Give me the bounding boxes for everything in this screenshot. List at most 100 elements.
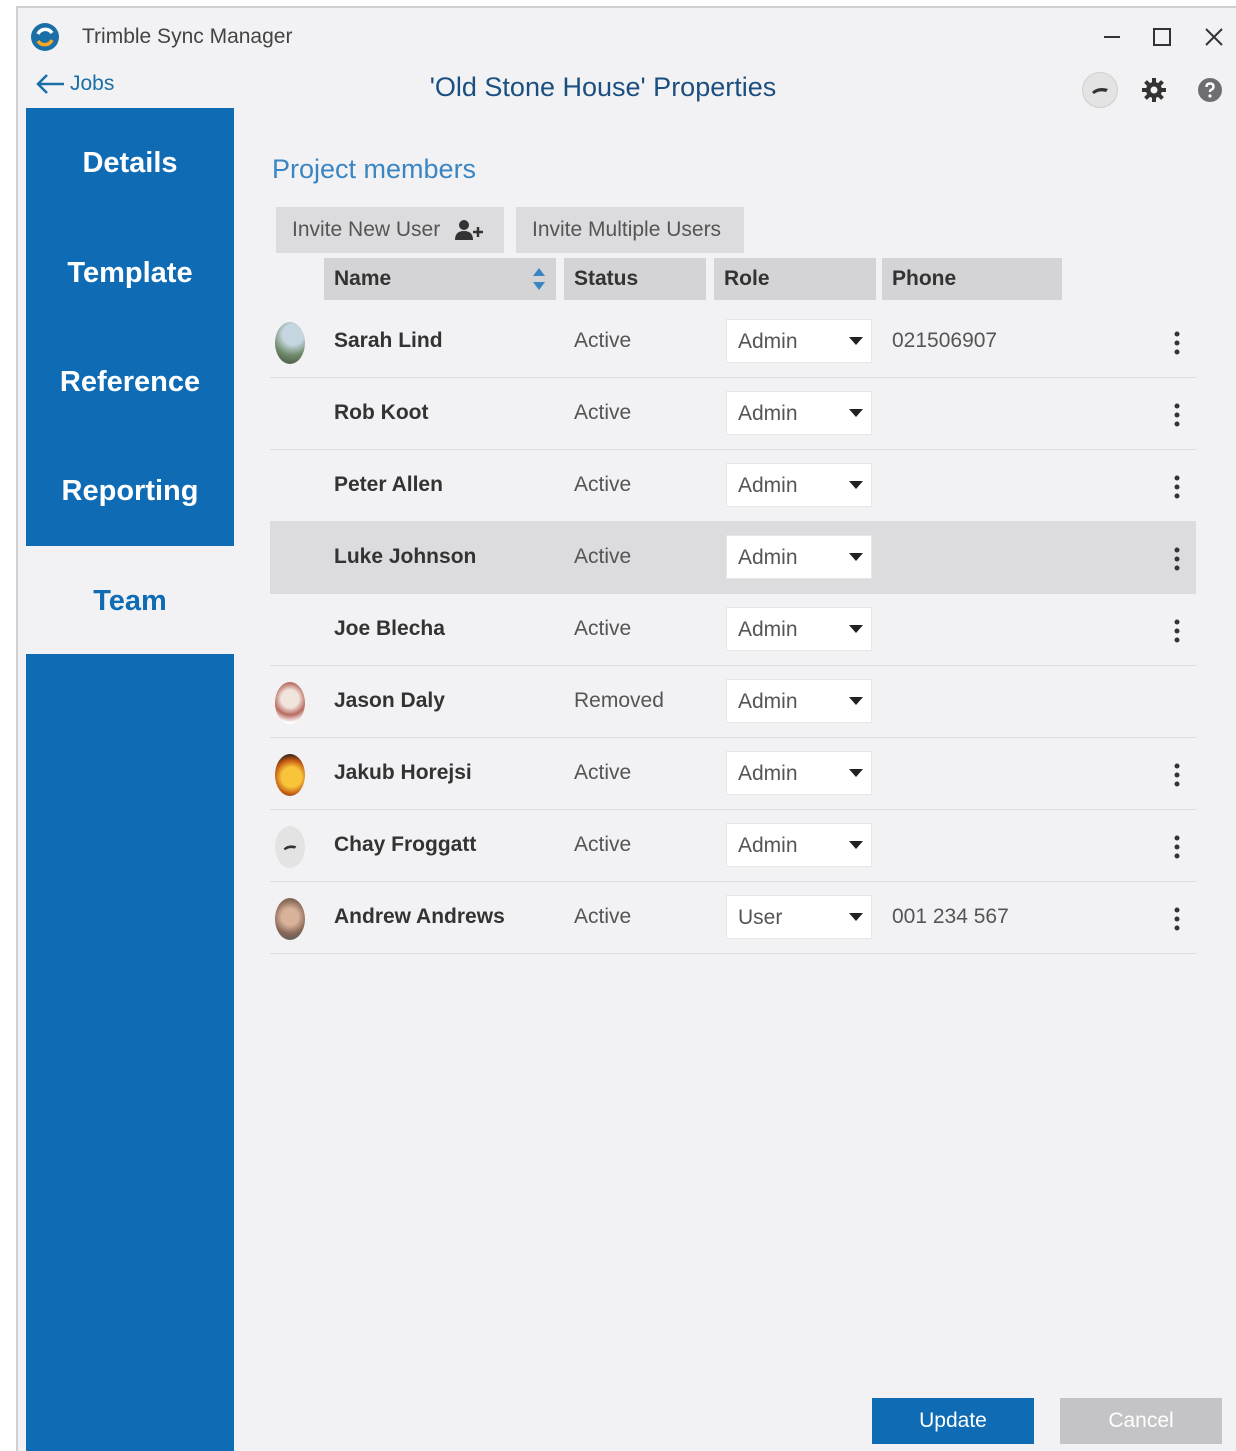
- gear-icon: [1142, 78, 1166, 102]
- user-avatar-button[interactable]: [1080, 70, 1120, 110]
- column-header-name-label: Name: [334, 267, 392, 290]
- member-phone: 001 234 567: [892, 905, 1009, 928]
- more-options-button[interactable]: [1168, 904, 1186, 934]
- cancel-button[interactable]: Cancel: [1060, 1398, 1222, 1444]
- sidebar-item-label: Reference: [59, 365, 201, 398]
- more-options-button[interactable]: [1168, 616, 1186, 646]
- column-header-phone[interactable]: Phone: [882, 258, 1062, 300]
- member-name: Sarah Lind: [334, 329, 443, 352]
- avatar: [275, 898, 305, 940]
- role-value: Admin: [738, 402, 798, 425]
- more-options-button[interactable]: [1168, 400, 1186, 430]
- chevron-down-icon: [849, 625, 863, 633]
- role-dropdown[interactable]: Admin: [726, 463, 872, 507]
- more-vertical-icon: [1174, 763, 1180, 787]
- more-options-button[interactable]: [1168, 472, 1186, 502]
- table-row[interactable]: Peter Allen Active Admin: [270, 450, 1196, 522]
- member-name: Jason Daly: [334, 689, 445, 712]
- column-header-status[interactable]: Status: [564, 258, 706, 300]
- sidebar-item-label: Template: [67, 256, 193, 289]
- sidebar-fill: [26, 654, 234, 1451]
- user-avatar-icon: [1082, 72, 1118, 108]
- role-value: Admin: [738, 762, 798, 785]
- table-row[interactable]: Luke Johnson Active Admin: [270, 522, 1196, 594]
- sidebar-item-label: Details: [82, 146, 178, 179]
- table-row[interactable]: Sarah Lind Active Admin 021506907: [270, 306, 1196, 378]
- chevron-down-icon: [849, 553, 863, 561]
- invite-multiple-users-label: Invite Multiple Users: [532, 218, 722, 241]
- column-header-role-label: Role: [724, 267, 770, 290]
- sidebar-item-label: Team: [93, 584, 167, 617]
- role-value: Admin: [738, 834, 798, 857]
- update-button[interactable]: Update: [872, 1398, 1034, 1444]
- invite-new-user-label: Invite New User: [292, 218, 441, 241]
- page-title: 'Old Stone House' Properties: [429, 72, 777, 102]
- column-header-status-label: Status: [574, 267, 639, 290]
- table-row[interactable]: Joe Blecha Active Admin: [270, 594, 1196, 666]
- more-options-button[interactable]: [1168, 832, 1186, 862]
- sidebar: Details Template Reference Reporting Tea…: [26, 108, 234, 1451]
- member-name: Chay Froggatt: [334, 833, 477, 856]
- sidebar-item-reporting[interactable]: Reporting: [26, 436, 234, 546]
- app-logo-icon: [31, 23, 59, 51]
- role-dropdown[interactable]: Admin: [726, 751, 872, 795]
- member-status: Removed: [574, 689, 664, 712]
- member-status: Active: [574, 401, 632, 424]
- app-window: Trimble Sync Manager Jobs 'Old Stone Hou…: [16, 6, 1236, 1451]
- more-options-button[interactable]: [1168, 760, 1186, 790]
- member-status: Active: [574, 617, 632, 640]
- sort-icon[interactable]: [532, 267, 546, 291]
- chevron-down-icon: [849, 769, 863, 777]
- chevron-down-icon: [849, 409, 863, 417]
- sidebar-item-team[interactable]: Team: [26, 546, 234, 656]
- role-dropdown[interactable]: Admin: [726, 679, 872, 723]
- minimize-button[interactable]: [1094, 20, 1130, 54]
- back-to-jobs-link[interactable]: Jobs: [34, 72, 114, 96]
- members-table: Sarah Lind Active Admin 021506907 Rob Ko…: [270, 306, 1196, 954]
- sidebar-item-template[interactable]: Template: [26, 218, 234, 328]
- maximize-icon: [1153, 28, 1171, 46]
- table-row[interactable]: Andrew Andrews Active User 001 234 567: [270, 882, 1196, 954]
- chevron-down-icon: [849, 913, 863, 921]
- back-link-label: Jobs: [70, 72, 115, 95]
- table-row[interactable]: Jakub Horejsi Active Admin: [270, 738, 1196, 810]
- help-button[interactable]: [1190, 70, 1230, 110]
- table-row[interactable]: Chay Froggatt Active Admin: [270, 810, 1196, 882]
- role-dropdown[interactable]: Admin: [726, 391, 872, 435]
- member-name: Jakub Horejsi: [334, 761, 472, 784]
- sidebar-item-reference[interactable]: Reference: [26, 327, 234, 437]
- close-button[interactable]: [1196, 20, 1232, 54]
- member-status: Active: [574, 905, 632, 928]
- column-header-role[interactable]: Role: [714, 258, 876, 300]
- invite-new-user-button[interactable]: Invite New User: [276, 207, 504, 253]
- invite-multiple-users-button[interactable]: Invite Multiple Users: [516, 207, 744, 253]
- settings-button[interactable]: [1134, 70, 1174, 110]
- avatar: [275, 682, 305, 724]
- role-dropdown[interactable]: Admin: [726, 535, 872, 579]
- role-value: User: [738, 906, 783, 929]
- table-row[interactable]: Jason Daly Removed Admin: [270, 666, 1196, 738]
- member-status: Active: [574, 545, 632, 568]
- role-dropdown[interactable]: User: [726, 895, 872, 939]
- more-options-button[interactable]: [1168, 328, 1186, 358]
- app-title: Trimble Sync Manager: [82, 25, 293, 48]
- role-value: Admin: [738, 546, 798, 569]
- chevron-down-icon: [849, 697, 863, 705]
- member-name: Joe Blecha: [334, 617, 445, 640]
- more-options-button[interactable]: [1168, 544, 1186, 574]
- role-dropdown[interactable]: Admin: [726, 607, 872, 651]
- table-row[interactable]: Rob Koot Active Admin: [270, 378, 1196, 450]
- role-dropdown[interactable]: Admin: [726, 823, 872, 867]
- title-bar: Trimble Sync Manager: [18, 8, 1236, 60]
- member-status: Active: [574, 473, 632, 496]
- more-vertical-icon: [1174, 331, 1180, 355]
- sidebar-item-details[interactable]: Details: [26, 108, 234, 218]
- more-vertical-icon: [1174, 619, 1180, 643]
- column-header-name[interactable]: Name: [324, 258, 556, 300]
- sidebar-item-label: Reporting: [61, 474, 199, 507]
- chevron-down-icon: [849, 481, 863, 489]
- member-name: Peter Allen: [334, 473, 443, 496]
- role-dropdown[interactable]: Admin: [726, 319, 872, 363]
- member-phone: 021506907: [892, 329, 998, 352]
- maximize-button[interactable]: [1144, 20, 1180, 54]
